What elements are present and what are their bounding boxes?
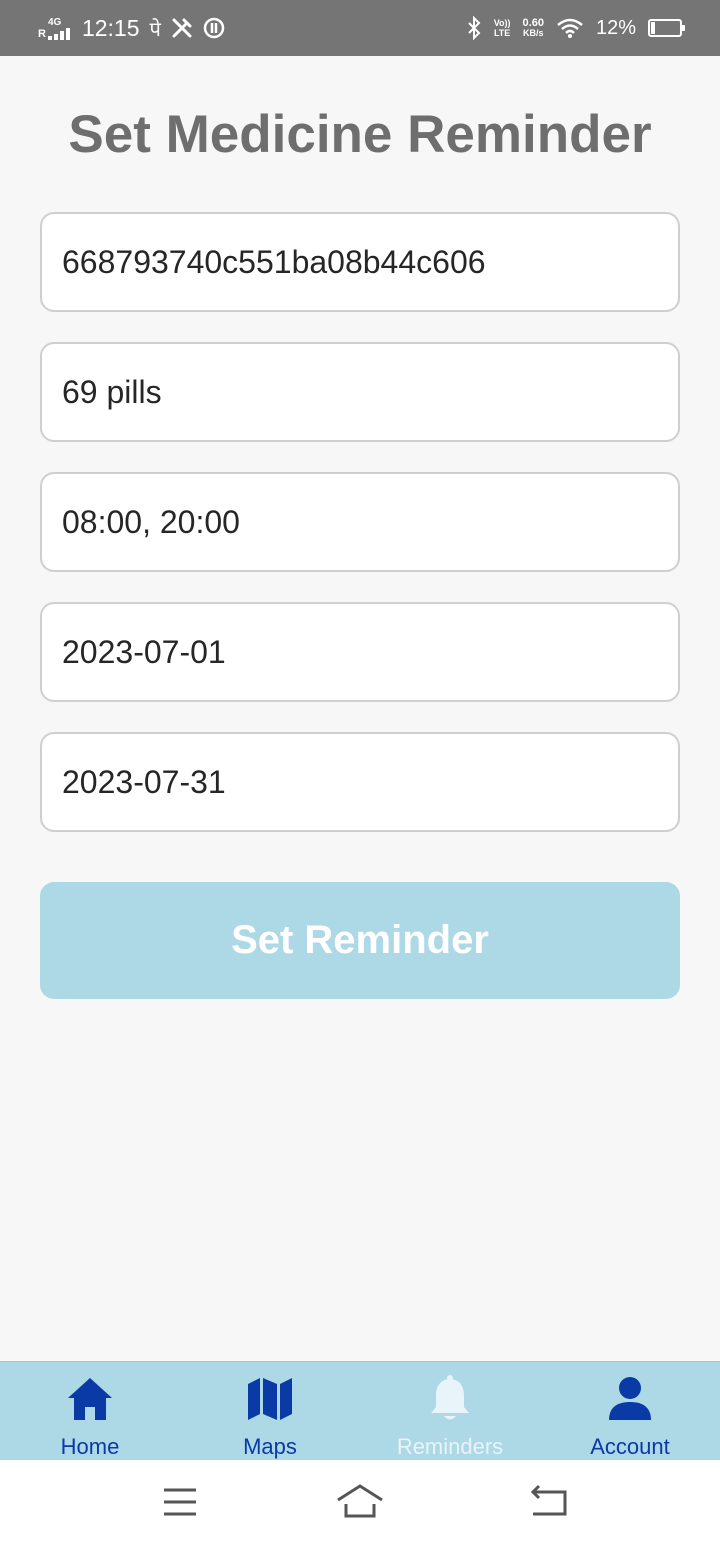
- network-type: 4G: [47, 16, 62, 28]
- signal-icon: [47, 27, 70, 40]
- tools-icon: [172, 18, 192, 38]
- status-bar-right: Vo)) LTE 0.60 KB/s 12%: [466, 12, 685, 44]
- set-reminder-button[interactable]: Set Reminder: [40, 882, 680, 999]
- end-date-input[interactable]: [62, 763, 658, 801]
- medicine-id-input[interactable]: [62, 243, 658, 281]
- volte-icon: Vo)) LTE: [494, 18, 511, 38]
- battery-percent: 12%: [595, 16, 636, 39]
- bell-icon: [431, 1375, 469, 1420]
- data-saver-icon: [203, 17, 225, 39]
- medicine-id-field[interactable]: [40, 212, 680, 312]
- wifi-icon: [557, 18, 583, 38]
- net-speed-unit: KB/s: [523, 28, 544, 38]
- start-date-field[interactable]: [40, 602, 680, 702]
- start-date-input[interactable]: [62, 633, 658, 671]
- nav-maps-label: Maps: [243, 1434, 297, 1459]
- net-speed: 0.60 KB/s: [522, 17, 544, 39]
- status-bar-left: R 4G 12:15 पे: [38, 12, 225, 44]
- payment-notification-icon: पे: [149, 18, 161, 41]
- nav-maps[interactable]: Maps: [180, 1362, 360, 1461]
- home-icon: [68, 1378, 112, 1420]
- roaming-indicator: R: [38, 27, 46, 40]
- times-field[interactable]: [40, 472, 680, 572]
- dosage-input[interactable]: [62, 373, 658, 411]
- person-icon: [609, 1377, 651, 1420]
- signal-indicator: R 4G: [38, 17, 72, 40]
- map-icon: [248, 1378, 292, 1420]
- dosage-field[interactable]: [40, 342, 680, 442]
- nav-account-label: Account: [590, 1434, 670, 1459]
- clock: 12:15: [81, 14, 140, 41]
- system-nav-bar: [0, 1460, 720, 1544]
- nav-reminders-label: Reminders: [396, 1434, 504, 1459]
- status-bar: R 4G 12:15 पे Vo)) LTE 0.60 KB/s 12%: [0, 0, 720, 56]
- nav-home[interactable]: Home: [0, 1362, 180, 1461]
- net-speed-value: 0.60: [522, 17, 544, 29]
- nav-home-label: Home: [60, 1434, 120, 1459]
- back-icon[interactable]: [525, 1480, 575, 1524]
- bottom-nav: Home Maps Reminders Account: [0, 1361, 720, 1460]
- page-title: Set Medicine Reminder: [68, 105, 652, 164]
- volte-label: Vo)): [493, 18, 511, 28]
- lte-label: LTE: [493, 28, 511, 38]
- bluetooth-icon: [468, 16, 481, 40]
- battery-icon: [648, 19, 685, 37]
- home-button-icon[interactable]: [335, 1480, 385, 1524]
- nav-account[interactable]: Account: [540, 1362, 720, 1461]
- battery-level: [651, 22, 655, 34]
- times-input[interactable]: [62, 503, 658, 541]
- end-date-field[interactable]: [40, 732, 680, 832]
- nav-reminders[interactable]: Reminders: [360, 1362, 540, 1461]
- menu-icon[interactable]: [155, 1480, 205, 1524]
